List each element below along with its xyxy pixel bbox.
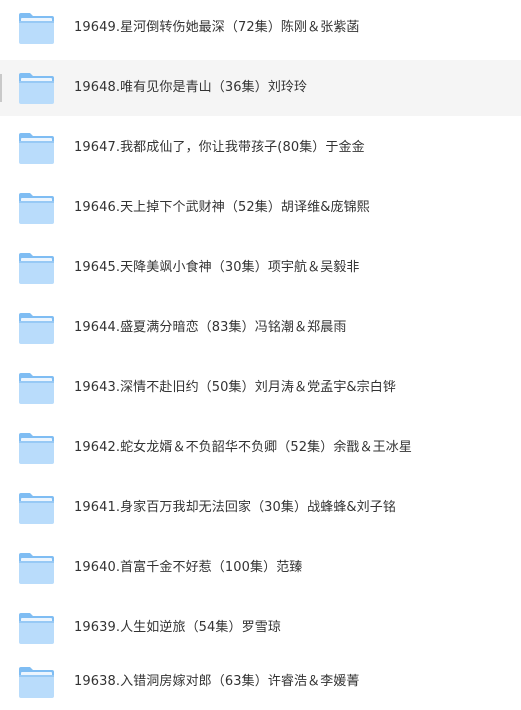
folder-name[interactable]: 19639.人生如逆旅（54集）罗雪琼 xyxy=(74,600,281,656)
folder-icon xyxy=(18,371,55,405)
folder-name[interactable]: 19648.唯有见你是青山（36集）刘玲玲 xyxy=(74,60,307,116)
folder-icon xyxy=(18,551,55,585)
folder-icon xyxy=(18,611,55,645)
folder-icon xyxy=(18,131,55,165)
folder-row[interactable]: 19639.人生如逆旅（54集）罗雪琼 xyxy=(0,600,521,656)
folder-name[interactable]: 19647.我都成仙了，你让我带孩子(80集）于金金 xyxy=(74,120,365,176)
folder-name[interactable]: 19644.盛夏满分暗恋（83集）冯铭潮＆郑晨雨 xyxy=(74,300,346,356)
folder-icon xyxy=(18,311,55,345)
folder-row[interactable]: 19646.天上掉下个武财神（52集）胡译维&庞锦熙 xyxy=(0,180,521,236)
folder-row[interactable]: 19648.唯有见你是青山（36集）刘玲玲 xyxy=(0,60,521,116)
folder-row[interactable]: 19641.身家百万我却无法回家（30集）战蜂蜂&刘子铭 xyxy=(0,480,521,536)
folder-icon xyxy=(18,431,55,465)
folder-name[interactable]: 19640.首富千金不好惹（100集）范臻 xyxy=(74,540,302,596)
folder-icon xyxy=(18,491,55,525)
folder-row[interactable]: 19649.星河倒转伤她最深（72集）陈刚＆张紫菡 xyxy=(0,0,521,56)
folder-icon xyxy=(18,191,55,225)
folder-icon xyxy=(18,665,55,699)
folder-icon xyxy=(18,71,55,105)
folder-name[interactable]: 19646.天上掉下个武财神（52集）胡译维&庞锦熙 xyxy=(74,180,370,236)
folder-name[interactable]: 19645.天降美飒小食神（30集）项宇航＆吴毅非 xyxy=(74,240,360,296)
folder-name[interactable]: 19642.蛇女龙婿＆不负韶华不负卿（52集）余戬＆王冰星 xyxy=(74,420,412,476)
folder-name[interactable]: 19641.身家百万我却无法回家（30集）战蜂蜂&刘子铭 xyxy=(74,480,396,536)
folder-row[interactable]: 19647.我都成仙了，你让我带孩子(80集）于金金 xyxy=(0,120,521,176)
folder-name[interactable]: 19649.星河倒转伤她最深（72集）陈刚＆张紫菡 xyxy=(74,0,360,56)
file-list: 19649.星河倒转伤她最深（72集）陈刚＆张紫菡 19648.唯有见你是青山（… xyxy=(0,0,521,710)
folder-icon xyxy=(18,11,55,45)
folder-row[interactable]: 19642.蛇女龙婿＆不负韶华不负卿（52集）余戬＆王冰星 xyxy=(0,420,521,476)
folder-row[interactable]: 19640.首富千金不好惹（100集）范臻 xyxy=(0,540,521,596)
hover-indicator xyxy=(0,74,2,102)
folder-icon xyxy=(18,251,55,285)
folder-name[interactable]: 19643.深情不赴旧约（50集）刘月涛＆党孟宇&宗白铧 xyxy=(74,360,396,416)
folder-row[interactable]: 19645.天降美飒小食神（30集）项宇航＆吴毅非 xyxy=(0,240,521,296)
folder-row[interactable]: 19644.盛夏满分暗恋（83集）冯铭潮＆郑晨雨 xyxy=(0,300,521,356)
folder-row[interactable]: 19643.深情不赴旧约（50集）刘月涛＆党孟宇&宗白铧 xyxy=(0,360,521,416)
folder-name[interactable]: 19638.入错洞房嫁对郎（63集）许睿浩＆李媛菁 xyxy=(74,654,360,710)
folder-row[interactable]: 19638.入错洞房嫁对郎（63集）许睿浩＆李媛菁 xyxy=(0,654,521,710)
